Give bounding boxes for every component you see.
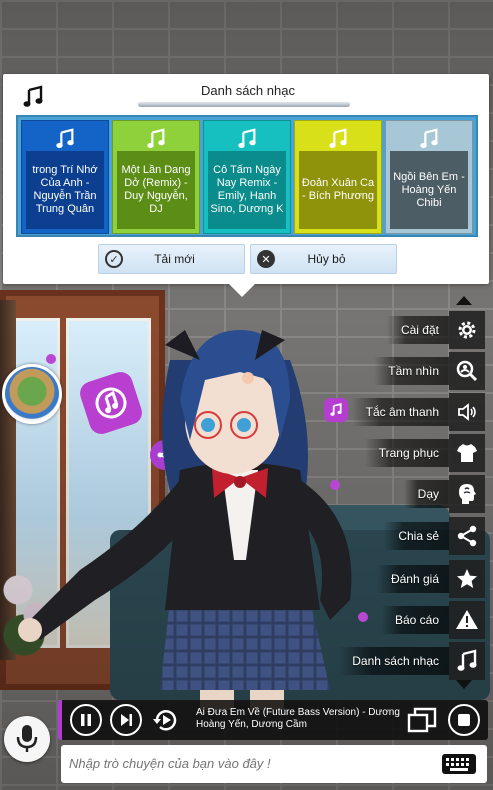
window-restore-icon [407, 707, 437, 733]
menu-item-view[interactable]: Tầm nhìn [374, 352, 485, 390]
menu-scroll-down-arrow[interactable] [456, 680, 472, 689]
song-card-5[interactable]: Ngồi Bên Em - Hoàng Yến Chibi [385, 120, 473, 234]
menu-item-settings[interactable]: Cài đặt [386, 311, 485, 349]
menu-item-share[interactable]: Chia sẻ [384, 517, 485, 555]
close-icon: ✕ [257, 250, 275, 268]
warning-icon [449, 601, 485, 639]
song-card-2[interactable]: Một Lần Dang Dở (Remix) - Duy Nguyễn, DJ [112, 120, 200, 234]
minimize-player-button[interactable] [406, 704, 438, 736]
music-note-icon [143, 127, 169, 151]
song-card-3[interactable]: Cô Tấm Ngày Nay Remix - Emily, Hạnh Sino… [203, 120, 291, 234]
song-card-6-partial[interactable] [476, 120, 478, 234]
menu-item-sound[interactable]: Tắc âm thanh [351, 393, 485, 431]
song-title: trong Trí Nhớ Của Anh - Nguyễn Trần Trun… [26, 151, 104, 229]
stop-icon [458, 714, 470, 726]
music-note-icon [234, 127, 260, 151]
cancel-button-label: Hủy bỏ [307, 252, 346, 266]
dialog-title: Danh sách nhạc [201, 83, 295, 98]
pause-icon [81, 714, 91, 726]
song-title: Cô Tấm Ngày Nay Remix - Emily, Hạnh Sino… [208, 151, 286, 229]
music-list-icon [449, 642, 485, 680]
music-player-bar: Ai Đưa Em Về (Future Bass Version) - Dươ… [58, 700, 488, 740]
dialog-scroll-thumb[interactable] [138, 102, 350, 107]
floating-dot [358, 612, 368, 622]
music-list-dialog: Danh sách nhạc trong Trí Nhớ Của Anh - N… [3, 74, 489, 284]
music-note-icon [416, 127, 442, 151]
stop-button[interactable] [448, 704, 480, 736]
sound-music-badge-icon [324, 398, 348, 422]
next-icon [121, 714, 132, 726]
menu-item-rate[interactable]: Đánh giá [376, 560, 485, 598]
dialog-scrollbar[interactable] [138, 102, 350, 107]
room-avatar-button[interactable] [2, 364, 62, 424]
shirt-icon [449, 434, 485, 472]
chat-input[interactable] [61, 745, 487, 783]
menu-item-outfit[interactable]: Trang phục [364, 434, 485, 472]
music-note-icon [52, 127, 78, 151]
menu-scroll-up-arrow[interactable] [456, 296, 472, 305]
microphone-button[interactable] [4, 716, 50, 762]
floating-dot [46, 354, 56, 364]
keyboard-button[interactable] [440, 752, 478, 776]
star-icon [449, 560, 485, 598]
menu-item-label: Chia sẻ [384, 522, 449, 550]
menu-item-music-list[interactable]: Danh sách nhạc [338, 642, 485, 680]
song-card-1[interactable]: trong Trí Nhớ Của Anh - Nguyễn Trần Trun… [21, 120, 109, 234]
menu-item-label: Tầm nhìn [374, 357, 449, 385]
song-card-4[interactable]: Đoản Xuân Ca - Bích Phương [294, 120, 382, 234]
dialog-pointer [228, 283, 256, 297]
menu-item-label: Báo cáo [380, 606, 449, 634]
menu-item-label: Cài đặt [386, 316, 449, 344]
brain-icon [449, 475, 485, 513]
menu-item-label: Tắc âm thanh [351, 398, 449, 426]
music-note-icon [21, 85, 45, 109]
repeat-button[interactable] [150, 704, 182, 736]
menu-item-label: Trang phục [364, 439, 449, 467]
song-title: Đoản Xuân Ca - Bích Phương [299, 151, 377, 229]
floating-dot [330, 480, 340, 490]
cancel-button[interactable]: ✕ Hủy bỏ [250, 244, 397, 274]
pause-button[interactable] [70, 704, 102, 736]
song-title: Ngồi Bên Em - Hoàng Yến Chibi [390, 151, 468, 229]
share-icon [449, 517, 485, 555]
microphone-icon [16, 725, 38, 752]
keyboard-icon [442, 754, 476, 774]
song-list[interactable]: trong Trí Nhớ Của Anh - Nguyễn Trần Trun… [16, 115, 478, 237]
now-playing-title: Ai Đưa Em Về (Future Bass Version) - Dươ… [196, 707, 400, 730]
song-title: Một Lần Dang Dở (Remix) - Duy Nguyễn, DJ [117, 151, 195, 229]
menu-item-report[interactable]: Báo cáo [380, 601, 485, 639]
reload-button[interactable]: ✓ Tải mới [98, 244, 245, 274]
floating-dot [202, 592, 212, 602]
gear-icon [449, 311, 485, 349]
menu-item-label: Đánh giá [376, 565, 449, 593]
reload-button-label: Tải mới [154, 252, 195, 266]
menu-item-label: Danh sách nhạc [338, 647, 449, 675]
menu-item-teach[interactable]: Dạy [403, 475, 485, 513]
check-icon: ✓ [105, 250, 123, 268]
speaker-icon [449, 393, 485, 431]
floating-share-icon [150, 440, 180, 470]
music-note-icon [325, 127, 351, 151]
zoom-icon [449, 352, 485, 390]
repeat-play-icon [153, 710, 177, 731]
next-button[interactable] [110, 704, 142, 736]
menu-item-label: Dạy [403, 480, 449, 508]
